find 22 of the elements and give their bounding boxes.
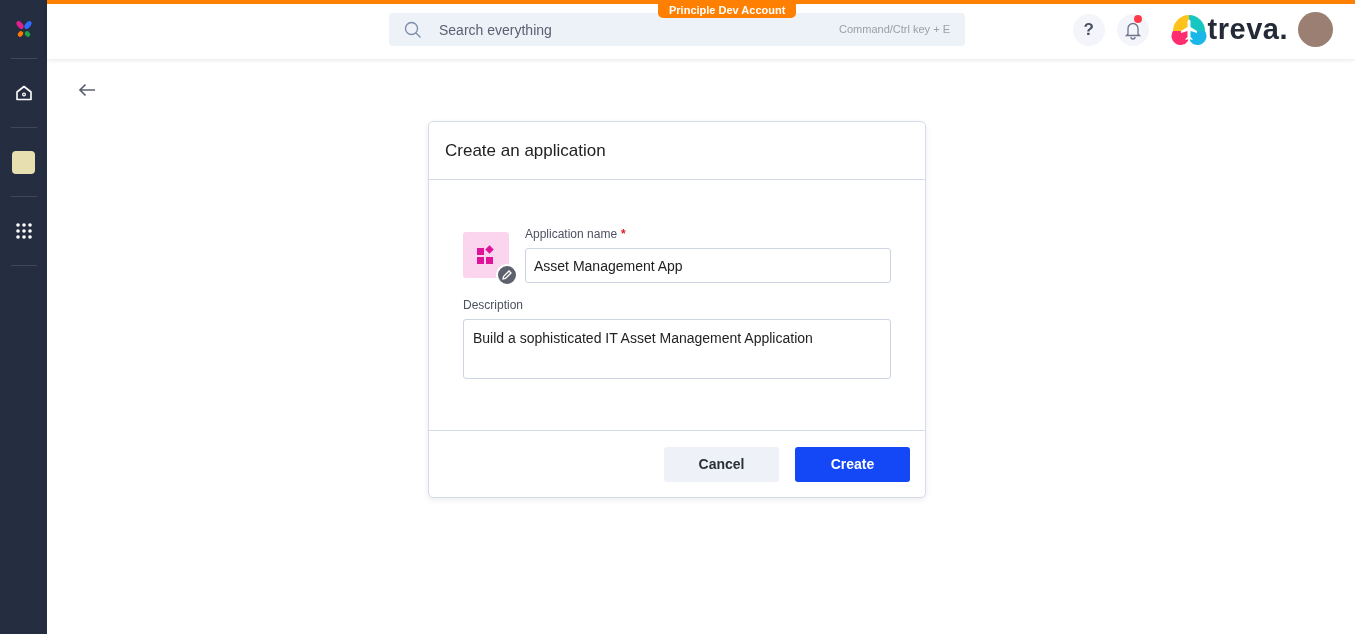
notifications-button[interactable] xyxy=(1116,13,1149,46)
edit-pencil-icon[interactable] xyxy=(496,264,518,286)
description-field[interactable]: Build a sophisticated IT Asset Management Application xyxy=(463,319,891,379)
app-icon xyxy=(463,232,509,278)
app-thumbnail[interactable] xyxy=(12,150,35,174)
create-button[interactable]: Create xyxy=(795,446,910,482)
home-icon[interactable] xyxy=(14,85,33,101)
plane-logo-icon xyxy=(1170,12,1207,47)
help-button[interactable]: ? xyxy=(1072,13,1105,46)
brand-name: treva. xyxy=(1207,13,1288,46)
field-label: Description xyxy=(463,298,524,312)
cancel-button[interactable]: Cancel xyxy=(664,446,779,482)
back-arrow-icon[interactable] xyxy=(78,83,96,97)
flower-logo-icon[interactable] xyxy=(13,19,34,39)
apps-grid-icon[interactable] xyxy=(15,223,32,239)
dialog-title: Create an application xyxy=(445,140,606,161)
application-name-field[interactable]: Asset Management App xyxy=(525,248,891,283)
required-mark: * xyxy=(621,227,626,241)
user-avatar[interactable] xyxy=(1298,12,1333,47)
account-badge: Principle Dev Account xyxy=(658,2,797,18)
shortcut-hint: Command/Ctrl key + E xyxy=(839,23,950,35)
field-label: Application name xyxy=(525,227,618,241)
